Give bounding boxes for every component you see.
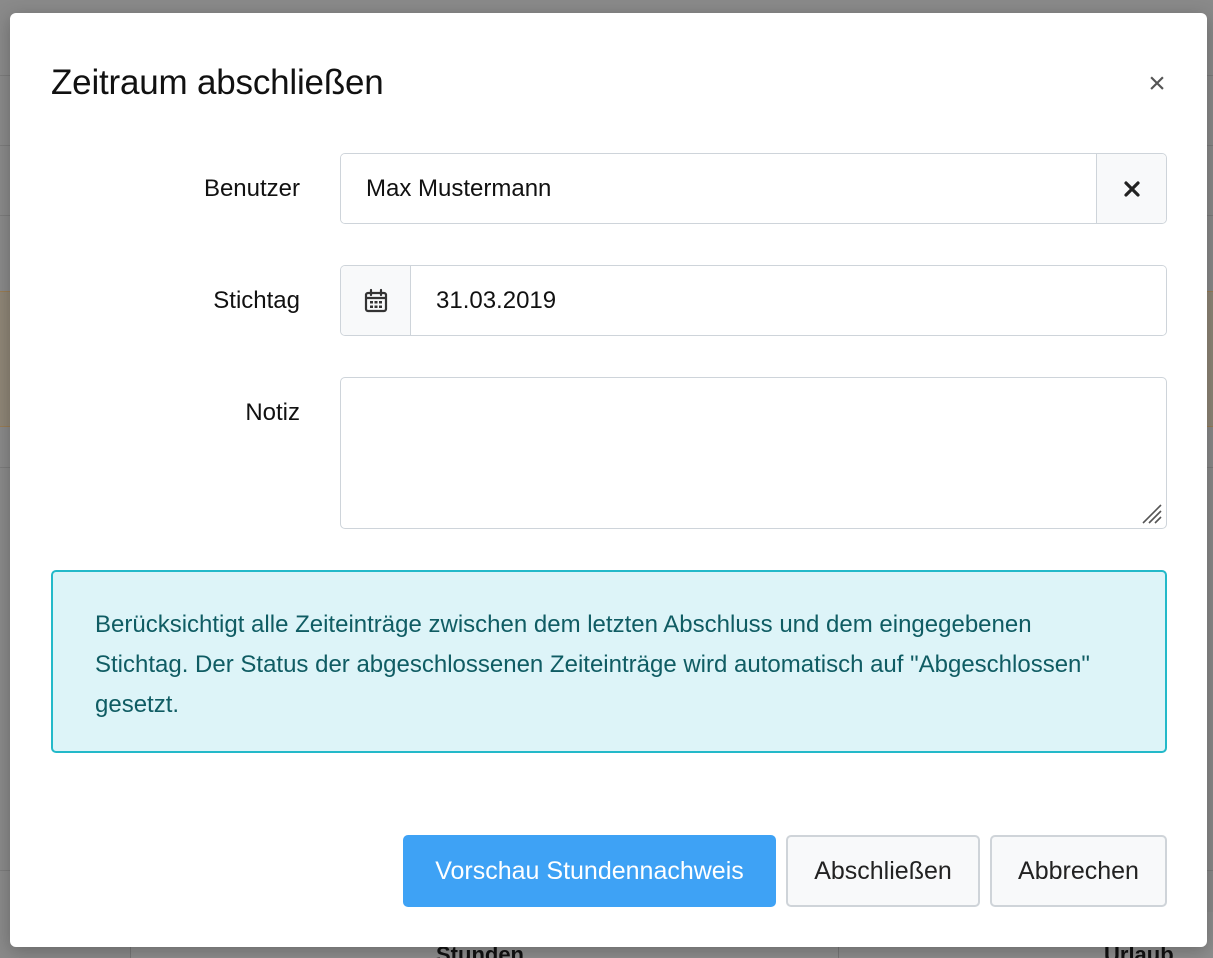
note-textarea[interactable] (340, 377, 1167, 529)
info-alert: Berücksichtigt alle Zeiteinträge zwische… (51, 570, 1167, 753)
info-text: Berücksichtigt alle Zeiteinträge zwische… (95, 611, 1090, 718)
close-period-button[interactable]: Abschließen (786, 835, 980, 907)
calendar-icon (364, 288, 387, 312)
close-icon[interactable]: × (1143, 69, 1171, 99)
clear-user-button[interactable] (1096, 154, 1166, 223)
user-label: Benutzer (203, 175, 300, 202)
cancel-button[interactable]: Abbrechen (990, 835, 1167, 907)
x-icon (1123, 180, 1140, 197)
close-period-modal: Zeitraum abschließen × Benutzer Stichtag (10, 13, 1207, 947)
note-label: Notiz (245, 399, 300, 426)
date-label: Stichtag (213, 287, 300, 314)
user-select (340, 153, 1167, 224)
resize-handle-icon[interactable] (1135, 497, 1163, 525)
calendar-button[interactable] (341, 266, 411, 335)
user-input[interactable] (341, 154, 1096, 223)
preview-timesheet-button[interactable]: Vorschau Stundennachweis (403, 835, 776, 907)
modal-title: Zeitraum abschließen (51, 63, 384, 102)
date-picker (340, 265, 1167, 336)
date-input[interactable] (411, 266, 1166, 335)
